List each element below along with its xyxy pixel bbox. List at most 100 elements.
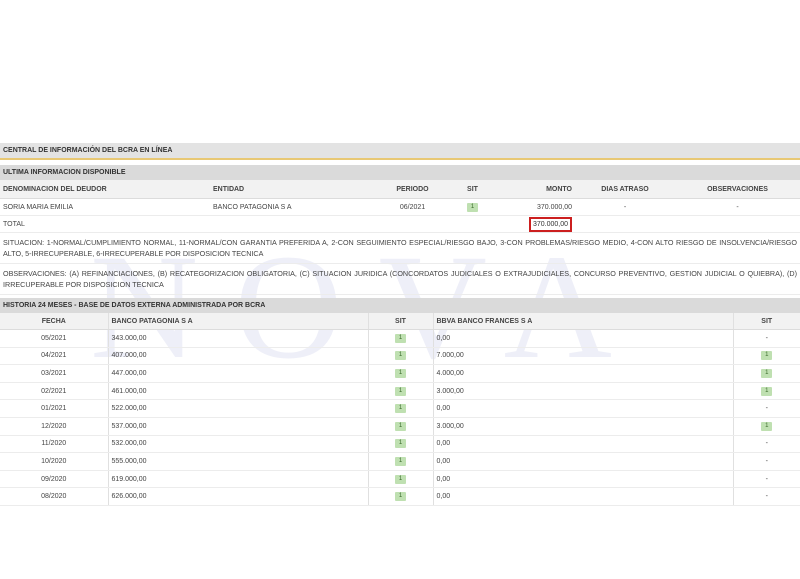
entity-name: BANCO PATAGONIA S A [210, 198, 375, 216]
total-amount-highlight: 370.000,00 [528, 216, 572, 232]
history-date: 08/2020 [0, 487, 108, 506]
sit-cell: 1 [450, 198, 495, 216]
history-row: 11/2020 532.000,00 1 0,00 - [0, 435, 800, 454]
history-sit-bank1: 1 [367, 435, 433, 454]
total-empty-cell [675, 215, 800, 233]
history-row: 12/2020 537.000,00 1 3.000,00 1 [0, 417, 800, 436]
sit-badge: 1 [394, 439, 407, 449]
col-header-entity: ENTIDAD [210, 180, 375, 199]
situacion-legend: SITUACION: 1-NORMAL/CUMPLIMIENTO NORMAL,… [0, 233, 800, 264]
total-label: TOTAL [0, 215, 210, 233]
sit-badge: 1 [761, 351, 773, 361]
amount-value: 370.000,00 [495, 198, 575, 216]
history-header: HISTORIA 24 MESES - BASE DE DATOS EXTERN… [0, 298, 800, 313]
days-late-value: - [575, 198, 675, 216]
sit-badge: 1 [394, 351, 407, 361]
history-sit-bank1: 1 [367, 382, 433, 401]
history-sit-bank2: - [732, 329, 800, 348]
sit-badge: - [765, 493, 768, 501]
history-amount-bank2: 0,00 [432, 452, 733, 471]
history-amount-bank1: 537.000,00 [107, 417, 368, 436]
history-row: 01/2021 522.000,00 1 0,00 - [0, 399, 800, 418]
report-title: CENTRAL DE INFORMACIÓN DEL BCRA EN LÍNEA [0, 143, 800, 160]
history-sit-bank1: 1 [367, 470, 433, 489]
sit-badge: 1 [394, 333, 407, 343]
history-sit-bank2: 1 [732, 347, 800, 366]
history-amount-bank1: 532.000,00 [107, 435, 368, 454]
history-amount-bank1: 447.000,00 [107, 364, 368, 383]
history-date: 11/2020 [0, 435, 108, 454]
observaciones-legend: OBSERVACIONES: (A) REFINANCIACIONES, (B)… [0, 264, 800, 295]
col-header-sit1: SIT [367, 313, 433, 330]
col-header-period: PERIODO [375, 180, 450, 199]
history-header-row: FECHA BANCO PATAGONIA S A SIT BBVA BANCO… [0, 313, 800, 330]
history-sit-bank2: - [732, 487, 800, 506]
history-row: 09/2020 619.000,00 1 0,00 - [0, 470, 800, 489]
history-row: 08/2020 626.000,00 1 0,00 - [0, 487, 800, 506]
sit-badge: 1 [761, 386, 773, 396]
history-date: 03/2021 [0, 364, 108, 383]
history-sit-bank2: - [732, 435, 800, 454]
col-header-amount: MONTO [495, 180, 575, 199]
col-header-bank2: BBVA BANCO FRANCES S A [432, 313, 733, 330]
bcra-report: CENTRAL DE INFORMACIÓN DEL BCRA EN LÍNEA… [0, 143, 800, 506]
col-header-debtor: DENOMINACION DEL DEUDOR [0, 180, 210, 199]
history-sit-bank1: 1 [367, 487, 433, 506]
history-amount-bank2: 0,00 [432, 470, 733, 489]
col-header-sit: SIT [450, 180, 495, 199]
history-amount-bank1: 619.000,00 [107, 470, 368, 489]
total-empty-cell [575, 215, 675, 233]
history-date: 10/2020 [0, 452, 108, 471]
total-amount-cell: 370.000,00 [495, 215, 575, 233]
history-amount-bank1: 343.000,00 [107, 329, 368, 348]
sit-badge: - [765, 475, 768, 483]
sit-badge: 1 [394, 456, 407, 466]
col-header-date: FECHA [0, 313, 108, 330]
history-amount-bank2: 0,00 [432, 435, 733, 454]
col-header-bank1: BANCO PATAGONIA S A [107, 313, 368, 330]
history-amount-bank2: 0,00 [432, 399, 733, 418]
sit-badge: 1 [466, 202, 479, 212]
history-amount-bank1: 626.000,00 [107, 487, 368, 506]
history-row: 03/2021 447.000,00 1 4.000,00 1 [0, 364, 800, 383]
history-amount-bank2: 0,00 [432, 329, 733, 348]
history-date: 02/2021 [0, 382, 108, 401]
sit-badge: 1 [394, 404, 407, 414]
history-date: 12/2020 [0, 417, 108, 436]
history-sit-bank1: 1 [367, 329, 433, 348]
total-empty-cell [450, 215, 495, 233]
history-amount-bank1: 461.000,00 [107, 382, 368, 401]
debtor-name: SORIA MARIA EMILIA [0, 198, 210, 216]
history-amount-bank2: 0,00 [432, 487, 733, 506]
latest-info-header-row: DENOMINACION DEL DEUDOR ENTIDAD PERIODO … [0, 180, 800, 199]
sit-badge: 1 [394, 386, 407, 396]
history-table: FECHA BANCO PATAGONIA S A SIT BBVA BANCO… [0, 313, 800, 506]
history-sit-bank2: - [732, 470, 800, 489]
history-amount-bank1: 522.000,00 [107, 399, 368, 418]
history-sit-bank2: 1 [732, 364, 800, 383]
history-sit-bank1: 1 [367, 399, 433, 418]
history-date: 09/2020 [0, 470, 108, 489]
history-amount-bank2: 7.000,00 [432, 347, 733, 366]
sit-badge: 1 [394, 474, 407, 484]
history-amount-bank1: 555.000,00 [107, 452, 368, 471]
history-row: 05/2021 343.000,00 1 0,00 - [0, 329, 800, 348]
history-sit-bank1: 1 [367, 452, 433, 471]
history-amount-bank1: 407.000,00 [107, 347, 368, 366]
latest-info-table: DENOMINACION DEL DEUDOR ENTIDAD PERIODO … [0, 180, 800, 233]
sit-badge: - [765, 334, 768, 342]
total-row: TOTAL 370.000,00 [0, 215, 800, 233]
sit-badge: 1 [761, 421, 773, 431]
history-sit-bank2: 1 [732, 417, 800, 436]
history-sit-bank1: 1 [367, 347, 433, 366]
period-value: 06/2021 [375, 198, 450, 216]
history-amount-bank2: 4.000,00 [432, 364, 733, 383]
sit-badge: 1 [394, 421, 407, 431]
history-sit-bank1: 1 [367, 364, 433, 383]
debtor-row: SORIA MARIA EMILIA BANCO PATAGONIA S A 0… [0, 198, 800, 216]
col-header-days-late: DIAS ATRASO [575, 180, 675, 199]
total-empty-cell [375, 215, 450, 233]
history-date: 01/2021 [0, 399, 108, 418]
history-date: 04/2021 [0, 347, 108, 366]
history-date: 05/2021 [0, 329, 108, 348]
